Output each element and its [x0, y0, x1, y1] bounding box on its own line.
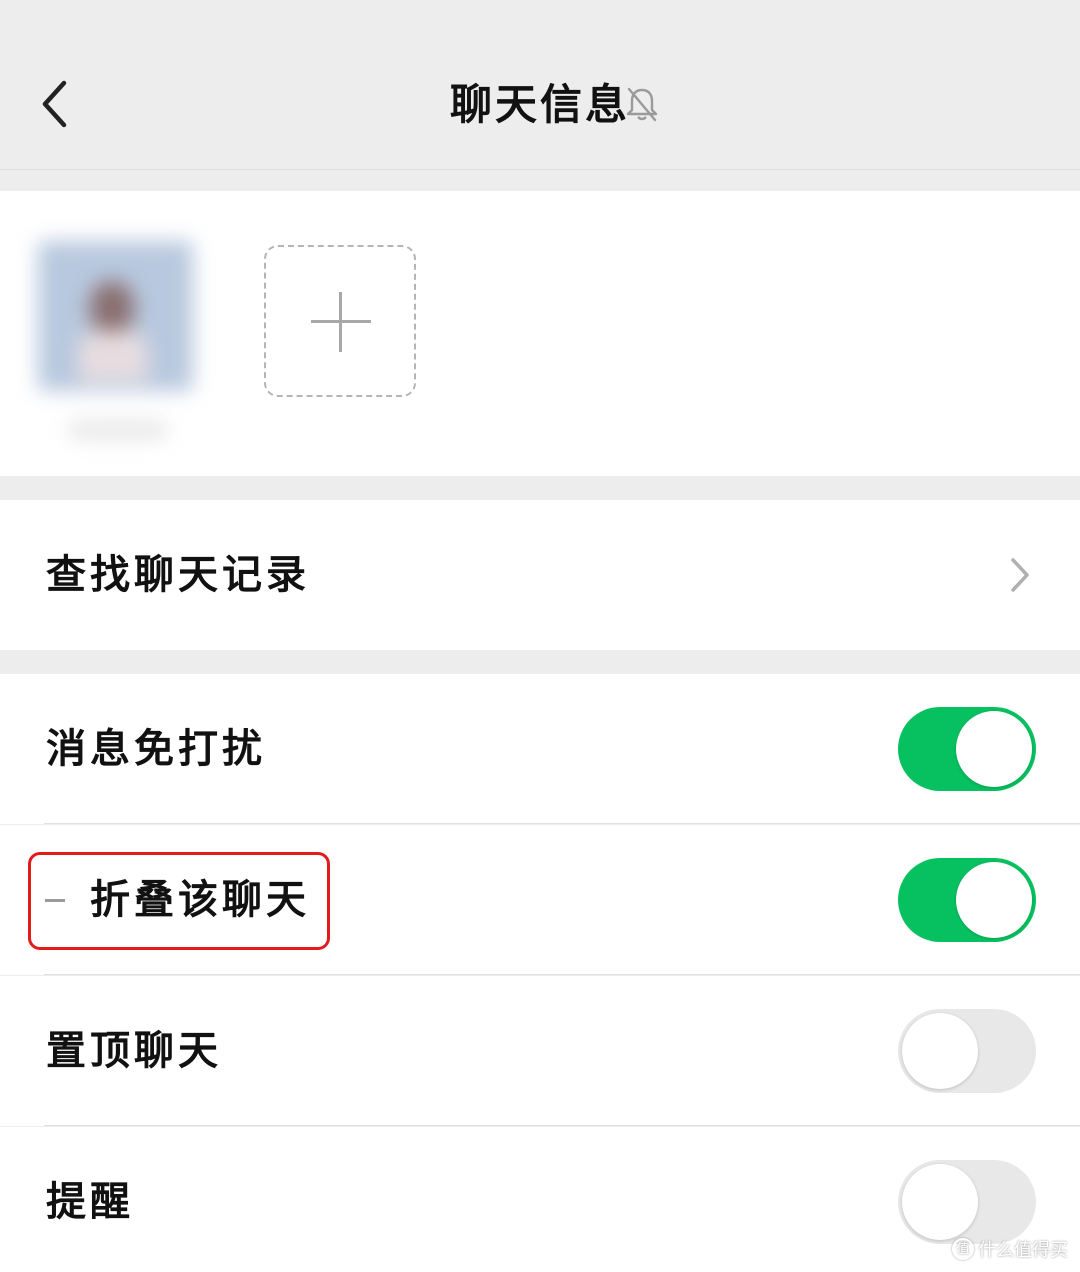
toggle-knob: [902, 1013, 978, 1089]
members-section: [0, 191, 1080, 476]
divider: [44, 974, 1080, 975]
search-chat-history-row[interactable]: 查找聊天记录: [0, 500, 1080, 650]
plus-icon-vertical: [339, 292, 342, 352]
avatar-head: [90, 281, 134, 335]
fold-chat-toggle[interactable]: [898, 858, 1036, 942]
bell-off-icon: [626, 87, 658, 122]
watermark: 值 什么值得买: [952, 1236, 1068, 1262]
setting-label-mute: 消息免打扰: [46, 725, 266, 772]
setting-label-remind: 提醒: [46, 1178, 134, 1225]
setting-row-remind: 提醒: [0, 1127, 1080, 1272]
search-chat-history-label: 查找聊天记录: [46, 551, 310, 598]
divider: [44, 1125, 1080, 1126]
nav-bar: 聊天信息: [0, 0, 1080, 170]
toggle-knob: [902, 1164, 978, 1240]
mute-toggle[interactable]: [898, 707, 1036, 791]
annotation-highlight-box: [28, 852, 330, 950]
member-name-blurred: [68, 421, 168, 439]
divider: [44, 823, 1080, 824]
toggle-knob: [956, 862, 1032, 938]
watermark-logo: 值: [952, 1238, 974, 1260]
add-member-button[interactable]: [264, 245, 416, 397]
remind-toggle[interactable]: [898, 1160, 1036, 1244]
watermark-text: 什么值得买: [978, 1240, 1068, 1260]
setting-row-pin: 置顶聊天: [0, 976, 1080, 1126]
toggle-knob: [956, 711, 1032, 787]
avatar-body: [78, 331, 148, 381]
chevron-right-icon: [1011, 558, 1029, 592]
setting-label-pin: 置顶聊天: [46, 1027, 222, 1074]
member-avatar[interactable]: [28, 231, 208, 453]
pin-chat-toggle[interactable]: [898, 1009, 1036, 1093]
setting-row-mute: 消息免打扰: [0, 674, 1080, 824]
page-title: 聊天信息: [449, 80, 630, 129]
